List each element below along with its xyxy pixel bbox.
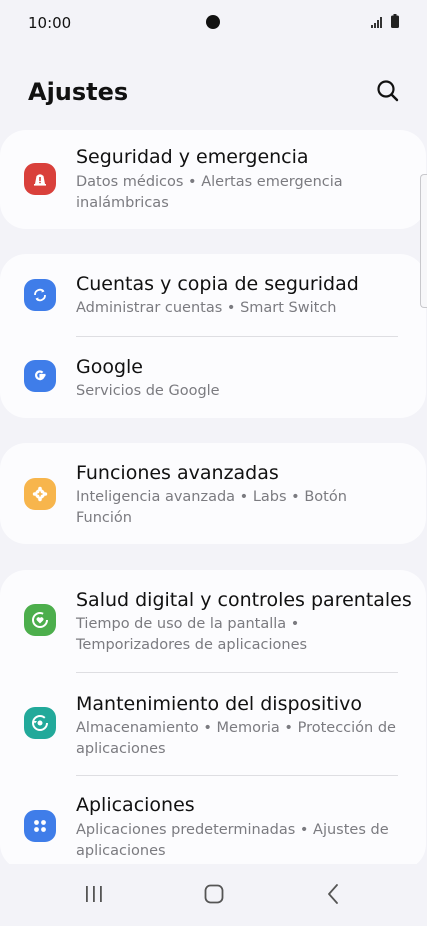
home-button[interactable] <box>194 876 234 912</box>
status-time: 10:00 <box>28 14 72 32</box>
setting-google[interactable]: Google Servicios de Google <box>0 337 426 418</box>
setting-title: Salud digital y controles parentales <box>76 589 412 611</box>
signal-icon <box>371 17 382 28</box>
status-bar: 10:00 <box>0 0 427 44</box>
heart-circle-icon <box>24 604 56 636</box>
setting-title: Aplicaciones <box>76 794 195 816</box>
setting-security-emergency[interactable]: Seguridad y emergencia Datos médicos • A… <box>0 130 426 229</box>
home-icon <box>204 884 224 904</box>
page-title: Ajustes <box>28 78 129 106</box>
recent-apps-button[interactable] <box>74 876 114 912</box>
search-button[interactable] <box>375 78 401 104</box>
settings-screen: 10:00 Ajustes Seguridad y emergencia Dat… <box>0 0 427 926</box>
card-security: Seguridad y emergencia Datos médicos • A… <box>0 130 426 229</box>
search-icon <box>377 80 399 102</box>
card-advanced: Funciones avanzadas Inteligencia avanzad… <box>0 443 426 544</box>
setting-apps[interactable]: Aplicaciones Aplicaciones predeterminada… <box>0 776 426 870</box>
recent-apps-icon <box>86 886 102 902</box>
gear-plus-icon <box>24 478 56 510</box>
setting-advanced-features[interactable]: Funciones avanzadas Inteligencia avanzad… <box>0 443 426 544</box>
front-camera <box>206 15 220 29</box>
sync-icon <box>24 279 56 311</box>
setting-subtitle: Tiempo de uso de la pantalla • Temporiza… <box>76 616 308 653</box>
header: Ajustes <box>0 74 427 114</box>
setting-digital-wellbeing[interactable]: Salud digital y controles parentales Tie… <box>0 570 426 672</box>
navigation-bar <box>0 864 427 926</box>
google-icon <box>24 360 56 392</box>
setting-subtitle: Administrar cuentas • Smart Switch <box>76 300 337 316</box>
setting-title: Seguridad y emergencia <box>76 146 309 168</box>
setting-subtitle: Almacenamiento • Memoria • Protección de… <box>76 720 396 757</box>
scrollbar[interactable] <box>420 174 427 308</box>
alert-icon <box>24 163 56 195</box>
setting-device-care[interactable]: Mantenimiento del dispositivo Almacenami… <box>0 673 426 775</box>
grid-dots-icon <box>24 810 56 842</box>
setting-title: Mantenimiento del dispositivo <box>76 693 362 715</box>
setting-subtitle: Servicios de Google <box>76 383 220 399</box>
setting-title: Google <box>76 356 144 378</box>
setting-accounts-backup[interactable]: Cuentas y copia de seguridad Administrar… <box>0 254 426 336</box>
setting-subtitle: Inteligencia avanzada • Labs • Botón Fun… <box>76 489 347 526</box>
back-button[interactable] <box>314 876 354 912</box>
card-accounts: Cuentas y copia de seguridad Administrar… <box>0 254 426 418</box>
back-icon <box>328 884 338 904</box>
setting-title: Cuentas y copia de seguridad <box>76 273 359 295</box>
card-device: Salud digital y controles parentales Tie… <box>0 570 426 870</box>
refresh-circle-icon <box>24 707 56 739</box>
setting-title: Funciones avanzadas <box>76 462 279 484</box>
battery-icon <box>391 14 399 28</box>
setting-subtitle: Datos médicos • Alertas emergencia inalá… <box>76 174 343 211</box>
setting-subtitle: Aplicaciones predeterminadas • Ajustes d… <box>76 822 389 859</box>
